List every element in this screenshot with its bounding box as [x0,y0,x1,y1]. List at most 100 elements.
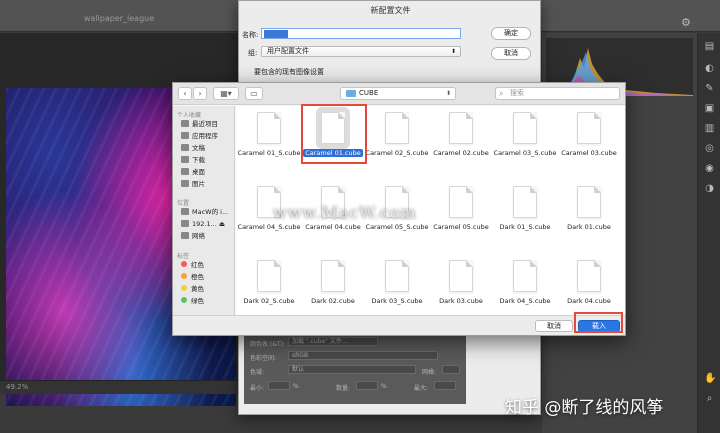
tags-header: 标签 [177,253,190,260]
selected-file-highlight [301,104,367,164]
max-label: 最大: [414,385,429,392]
search-input[interactable]: ⌕ 搜索 [495,87,620,100]
color-range-label: 色域: [250,369,265,376]
file-item[interactable]: Caramel 05.cube [428,186,494,231]
tag-dot-red [181,261,187,267]
zoom-level[interactable]: 49.2% [6,383,28,391]
cancel-button[interactable]: 取消 [535,320,573,332]
cube-file-icon [385,112,409,144]
chevron-left-icon: ‹ [183,89,187,98]
chevron-right-icon: › [198,89,202,98]
document-tab-title[interactable]: wallpaper_league [0,14,238,23]
file-item[interactable]: Dark 03.cube [428,260,494,305]
layers-icon[interactable]: ▣ [704,103,715,114]
sidebar-item-applications[interactable]: 应用程序 [181,131,233,141]
min-percent: % [293,383,299,390]
cube-file-icon [257,112,281,144]
count-percent: % [381,383,387,390]
swatch-icon[interactable]: ◑ [704,183,715,194]
grid-input[interactable] [442,365,460,374]
sidebar-tag-green[interactable]: 绿色 [181,296,233,306]
folder-icon [346,90,356,97]
include-settings-label: 要包含的现有图像设置 [254,68,324,76]
file-item[interactable]: Caramel 02.cube [428,112,494,157]
sidebar-item-recents[interactable]: 最近项目 [181,119,233,129]
view-mode-button[interactable]: ▦▾ [213,87,239,100]
file-item[interactable]: Dark 03_S.cube [364,260,430,305]
document-icon [181,144,189,151]
histogram-icon[interactable]: ▤ [704,41,715,52]
forward-button[interactable]: › [193,87,207,100]
brush-icon[interactable]: ✎ [704,83,715,94]
tools-strip: ▤ ◐ ✎ ▣ ▥ ◎ ◉ ◑ ✋ ⌕ [697,33,720,433]
dialog-button-bar: 取消 载入 [173,315,625,335]
file-item[interactable]: Caramel 01_S.cube [236,112,302,157]
eject-icon[interactable]: ⏏ [219,220,225,228]
gear-icon[interactable]: ⚙ [681,16,691,29]
file-item[interactable]: Caramel 02_S.cube [364,112,430,157]
color-table-label: 颜色表 (&T): [250,341,285,348]
cube-file-icon [513,186,537,218]
eye-icon[interactable]: ◉ [704,163,715,174]
chevron-updown-icon: ⬍ [450,48,456,55]
sheet-cancel-button[interactable]: 取消 [491,47,531,60]
name-input[interactable] [261,28,461,39]
sidebar-tag-yellow[interactable]: 黄色 [181,284,233,294]
search-placeholder: 搜索 [510,89,524,97]
sidebar-item-macw[interactable]: MacW的 i... [181,207,233,217]
color-table-select[interactable]: 加载 ".cube" 文件... [288,337,378,346]
hand-icon[interactable]: ✋ [704,373,716,384]
cube-file-icon [449,260,473,292]
channels-icon[interactable]: ◎ [704,143,715,154]
file-item[interactable]: Caramel 03.cube [556,112,622,157]
tag-dot-yellow [181,285,187,291]
sidebar-item-pictures[interactable]: 图片 [181,179,233,189]
color-space-label: 色彩空间: [250,355,277,362]
clock-icon [181,120,189,127]
group-label: 组: [248,49,258,57]
sidebar-item-network-share[interactable]: 192.1... ⏏ [181,219,233,229]
sidebar-tag-orange[interactable]: 橙色 [181,272,233,282]
group-select[interactable]: 用户配置文件 ⬍ [261,46,461,57]
adjust-icon[interactable]: ◐ [704,63,715,74]
file-item[interactable]: Caramel 03_S.cube [492,112,558,157]
sidebar-item-documents[interactable]: 文稿 [181,143,233,153]
status-bar: 49.2% [0,380,238,394]
sidebar-tag-red[interactable]: 红色 [181,260,233,270]
dialog-sidebar: 个人收藏 最近项目 应用程序 文稿 下载 桌面 图片 位置 MacW的 i...… [173,106,235,315]
min-label: 最小: [250,385,265,392]
file-item[interactable]: Dark 02_S.cube [236,260,302,305]
file-item[interactable]: Dark 02.cube [300,260,366,305]
folder-path-select[interactable]: CUBE ⬍ [340,87,456,100]
file-item[interactable]: Dark 01_S.cube [492,186,558,231]
color-space-select[interactable]: sRGB [288,351,438,360]
computer-icon [181,208,189,215]
folder-icon: ▭ [250,89,258,98]
cube-file-icon [385,260,409,292]
ok-button[interactable]: 确定 [491,27,531,40]
back-button[interactable]: ‹ [178,87,192,100]
sidebar-item-desktop[interactable]: 桌面 [181,167,233,177]
count-label: 数量: [336,385,351,392]
name-selection [264,30,288,38]
sidebar-item-network[interactable]: 网络 [181,231,233,241]
sidebar-item-downloads[interactable]: 下载 [181,155,233,165]
max-input[interactable] [434,381,456,390]
file-item[interactable]: Dark 01.cube [556,186,622,231]
gradient-icon[interactable]: ▥ [704,123,715,134]
dialog-toolbar: ‹ › ▦▾ ▭ CUBE ⬍ ⌕ 搜索 [173,83,625,105]
cube-file-icon [321,260,345,292]
grid-view-icon: ▦▾ [220,89,232,98]
load-button-highlight [574,312,623,333]
new-folder-button[interactable]: ▭ [245,87,263,100]
color-range-select[interactable]: 默认 [288,365,416,374]
tag-dot-orange [181,273,187,279]
count-input[interactable] [356,381,378,390]
folder-name: CUBE [359,89,379,97]
grid-label: 网格: [422,369,437,376]
name-label: 名称: [242,31,259,39]
file-item[interactable]: Dark 04.cube [556,260,622,305]
file-item[interactable]: Dark 04_S.cube [492,260,558,305]
zoom-icon[interactable]: ⌕ [704,393,715,404]
min-input[interactable] [268,381,290,390]
